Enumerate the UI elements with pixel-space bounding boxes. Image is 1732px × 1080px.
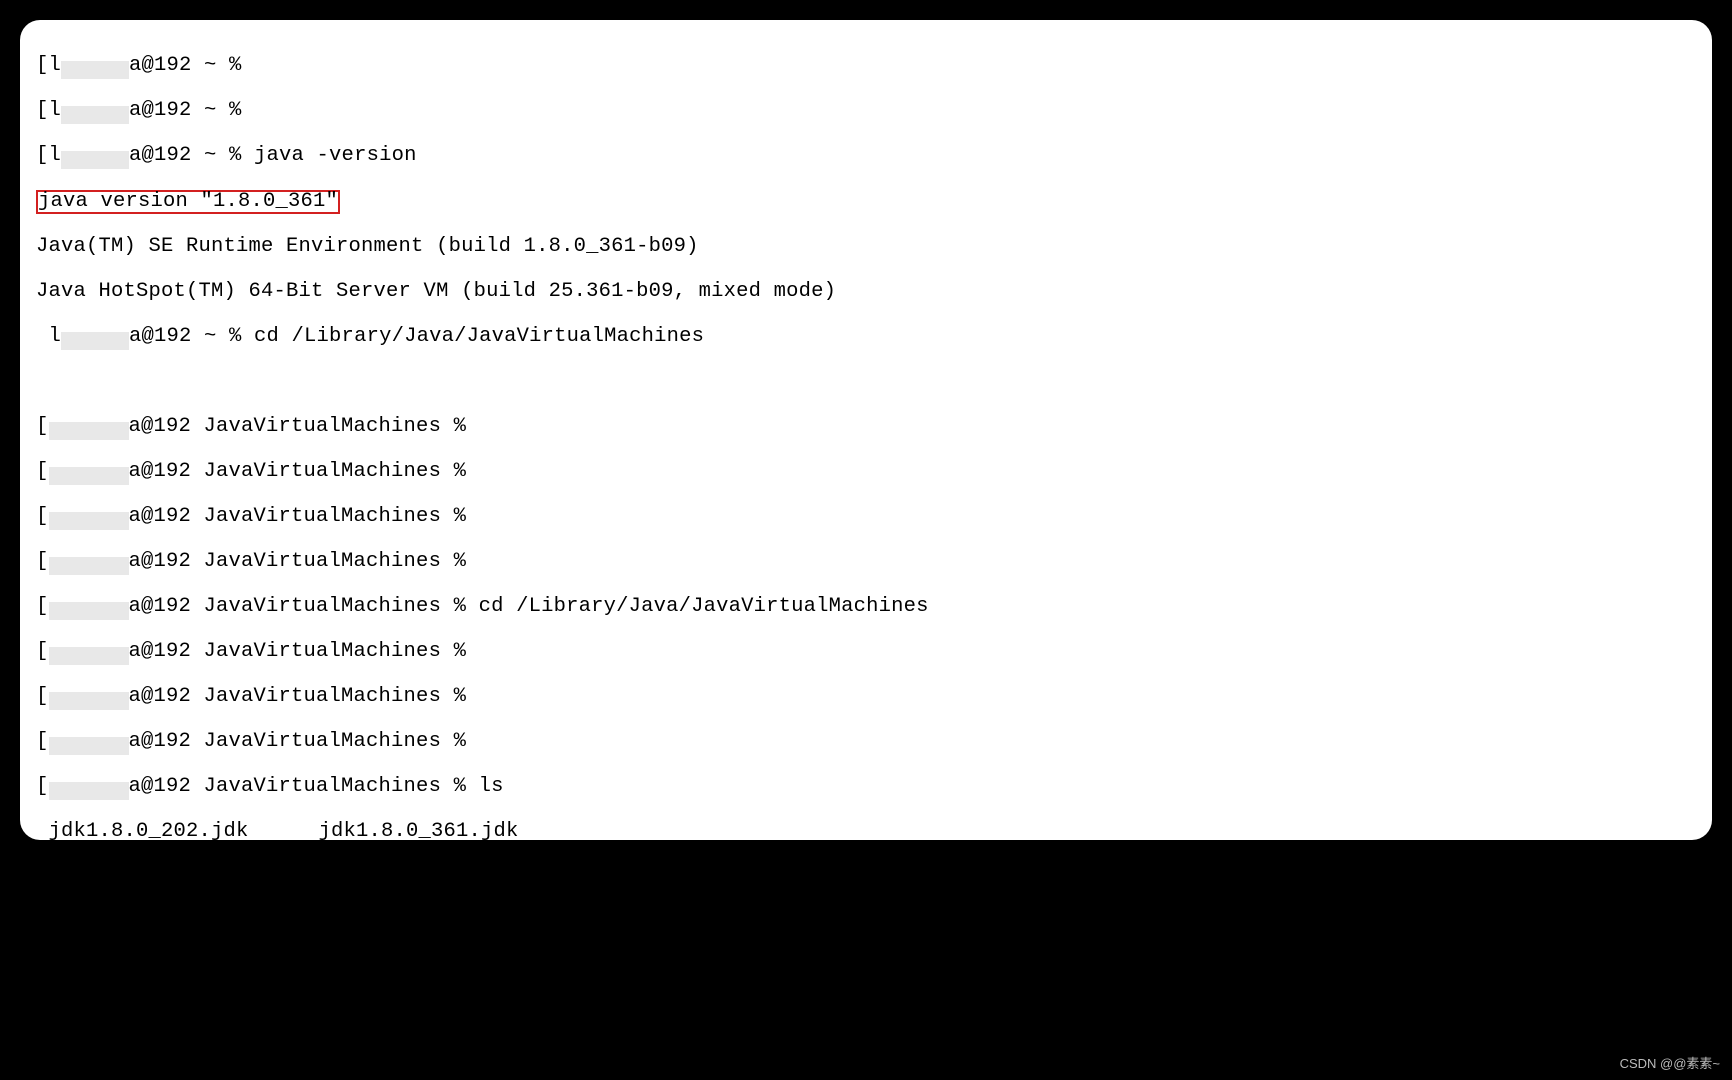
- highlighted-version: java version "1.8.0_361": [36, 190, 340, 214]
- command-line: la@192 ~ % cd /Library/Java/JavaVirtualM…: [36, 326, 1696, 349]
- command-text: java -version: [254, 144, 417, 167]
- ls-item: jdk1.8.0_202.jdk: [49, 821, 319, 840]
- prompt-line: [a@192 JavaVirtualMachines %: [36, 641, 1696, 664]
- prompt-line: [la@192 ~ %: [36, 55, 1696, 78]
- blank-line: [36, 371, 1696, 394]
- prompt-line: [a@192 JavaVirtualMachines %: [36, 731, 1696, 754]
- command-line: [la@192 ~ % java -version: [36, 145, 1696, 168]
- terminal-window[interactable]: [la@192 ~ % [la@192 ~ % [la@192 ~ % java…: [20, 20, 1712, 840]
- command-line: [a@192 JavaVirtualMachines % cd /Library…: [36, 596, 1696, 619]
- output-line: java version "1.8.0_361": [36, 190, 1696, 214]
- terminal-output: [la@192 ~ % [la@192 ~ % [la@192 ~ % java…: [36, 32, 1696, 840]
- ls-output-row: jdk1.8.0_202.jdkjdk1.8.0_361.jdk: [36, 821, 1696, 840]
- output-line: Java(TM) SE Runtime Environment (build 1…: [36, 236, 1696, 259]
- command-line: [a@192 JavaVirtualMachines % ls: [36, 776, 1696, 799]
- prompt-line: [a@192 JavaVirtualMachines %: [36, 551, 1696, 574]
- ls-item-highlighted: jdk1.8.0_361.jdk: [319, 821, 519, 840]
- prompt-line: [a@192 JavaVirtualMachines %: [36, 461, 1696, 484]
- command-text: cd /Library/Java/JavaVirtualMachines: [479, 595, 929, 618]
- command-text: cd /Library/Java/JavaVirtualMachines: [254, 325, 704, 348]
- prompt-line: [la@192 ~ %: [36, 100, 1696, 123]
- prompt-line: [a@192 JavaVirtualMachines %: [36, 686, 1696, 709]
- prompt-line: [a@192 JavaVirtualMachines %: [36, 506, 1696, 529]
- prompt-line: [a@192 JavaVirtualMachines %: [36, 416, 1696, 439]
- output-line: Java HotSpot(TM) 64-Bit Server VM (build…: [36, 281, 1696, 304]
- watermark: CSDN @@素素~: [1620, 1053, 1720, 1072]
- command-text: ls: [479, 775, 504, 798]
